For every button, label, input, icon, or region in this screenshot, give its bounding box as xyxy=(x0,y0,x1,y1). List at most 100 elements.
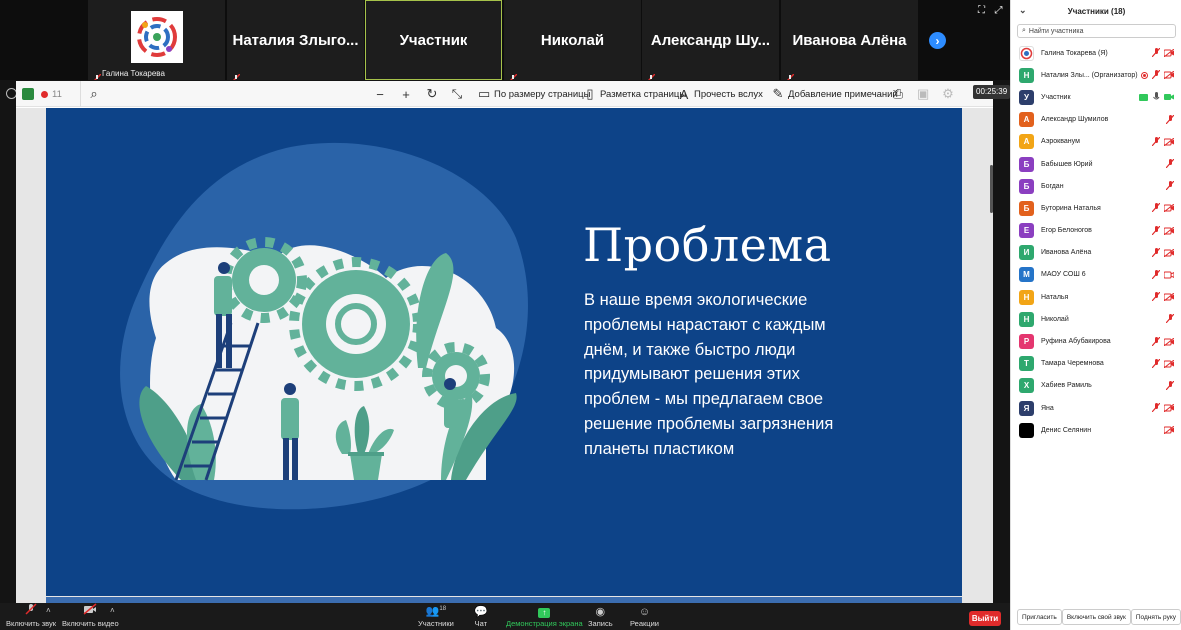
read-aloud-icon: A xyxy=(679,86,689,102)
search-icon[interactable]: ⌕ xyxy=(88,81,100,107)
participant-row[interactable]: Е Егор Белоногов xyxy=(1011,220,1181,242)
participant-row[interactable]: М МАОУ СОШ 6 xyxy=(1011,264,1181,286)
zoom-out-icon[interactable]: − xyxy=(374,81,386,107)
leave-button[interactable]: Выйти xyxy=(969,611,1001,626)
mic-muted-icon xyxy=(1165,155,1175,173)
share-screen-button[interactable]: ↑ Демонстрация экрана xyxy=(506,603,583,630)
fullscreen-icon[interactable]: ⤢ xyxy=(993,5,1004,16)
participant-row[interactable]: Н Наталия Злы... (Организатор) xyxy=(1011,64,1181,86)
shared-screen-area: 11 ⌕ − + ↻ ⤡ ▭ По размеру страницы ▯ Раз… xyxy=(0,80,1011,603)
participant-name: Тамара Черемнова xyxy=(1041,360,1104,368)
chat-button[interactable]: 💬 Чат xyxy=(474,603,488,630)
participant-status xyxy=(1163,421,1175,439)
participant-row[interactable]: Р Руфина Абубакирова xyxy=(1011,330,1181,352)
avatar-initial: Я xyxy=(1023,403,1030,413)
settings-icon[interactable]: ⚙ xyxy=(942,81,954,107)
read-aloud-button[interactable]: A Прочесть вслух xyxy=(678,81,763,107)
participant-row[interactable]: А Александр Шумилов xyxy=(1011,109,1181,131)
save-icon[interactable]: ▣ xyxy=(917,81,929,107)
camera-off-icon xyxy=(1163,199,1175,217)
participant-row[interactable]: Н Николай xyxy=(1011,308,1181,330)
pdf-page-area: Проблема В наше время экологические проб… xyxy=(16,108,993,603)
page-layout-button[interactable]: ▯ Разметка страницы xyxy=(584,81,686,107)
fit-width-icon[interactable]: ⤡ xyxy=(451,81,463,107)
invite-button[interactable]: Пригласить xyxy=(1017,609,1062,625)
video-tile-galina[interactable]: Галина Токарева xyxy=(88,0,225,83)
avatar: Б xyxy=(1019,156,1034,172)
rotate-icon[interactable]: ↻ xyxy=(426,81,438,107)
video-tile-nikolai[interactable]: Николай xyxy=(504,0,641,83)
print-icon[interactable]: ⎙ xyxy=(892,81,904,107)
collapse-chevron-icon[interactable]: ⌄ xyxy=(1019,5,1027,16)
participant-search-input[interactable]: ⌕ Найти участника xyxy=(1017,24,1176,38)
participant-row[interactable]: У Участник xyxy=(1011,86,1181,108)
participant-row[interactable]: Н Наталья xyxy=(1011,286,1181,308)
security-shield-icon[interactable] xyxy=(22,81,34,107)
avatar: Б xyxy=(1019,178,1034,194)
participant-row[interactable]: Б Буторина Наталья xyxy=(1011,197,1181,219)
participant-status xyxy=(1139,88,1174,106)
video-tile-aleksandr[interactable]: Александр Шу... xyxy=(642,0,779,83)
audio-options-chevron-icon[interactable]: ˄ xyxy=(46,606,51,615)
avatar-initial: А xyxy=(1023,115,1030,125)
participant-row[interactable]: Галина Токарева (Я) xyxy=(1011,42,1181,64)
share-screen-label: Демонстрация экрана xyxy=(506,619,583,628)
mic-muted-icon xyxy=(25,603,37,618)
mic-muted-icon xyxy=(1151,199,1161,217)
participant-row[interactable]: Х Хабиев Рамиль xyxy=(1011,375,1181,397)
zoom-meeting-window: Галина Токарева Наталия Злыго... Участни… xyxy=(0,0,1181,630)
participant-row[interactable]: Б Бабышев Юрий xyxy=(1011,153,1181,175)
camera-off-icon xyxy=(1163,333,1175,351)
screen-share-icon xyxy=(1139,88,1148,106)
participant-row[interactable]: Я Яна xyxy=(1011,397,1181,419)
participant-row[interactable]: Денис Селянин xyxy=(1011,419,1181,441)
panel-footer: Пригласить Включить свой звук Поднять ру… xyxy=(1011,609,1181,627)
raise-hand-button[interactable]: Поднять руку xyxy=(1130,609,1181,625)
exit-fullscreen-icon[interactable]: ⛶ xyxy=(976,5,987,16)
participant-status xyxy=(1151,333,1175,351)
video-tile-natalia[interactable]: Наталия Злыго... xyxy=(227,0,364,83)
tile-name: Николай xyxy=(540,31,605,49)
camera-off-icon xyxy=(1163,355,1175,373)
video-tile-uchastnik[interactable]: Участник xyxy=(365,0,502,80)
reactions-button[interactable]: ☺ Реакции xyxy=(630,603,659,630)
avatar: Н xyxy=(1019,67,1034,83)
mic-muted-icon xyxy=(1151,222,1161,240)
participant-row[interactable]: Т Тамара Черемнова xyxy=(1011,353,1181,375)
gallery-next-icon[interactable]: › xyxy=(929,32,946,49)
video-options-chevron-icon[interactable]: ˄ xyxy=(110,606,115,615)
participant-name: Иванова Алёна xyxy=(1041,249,1092,257)
participant-status xyxy=(1165,155,1175,173)
viewer-scrollbar[interactable] xyxy=(990,165,993,213)
mic-muted-icon xyxy=(231,69,241,83)
participant-name: Наталья xyxy=(1041,293,1069,301)
video-tile-ivanova[interactable]: Иванова Алёна xyxy=(781,0,918,83)
avatar: И xyxy=(1019,245,1034,261)
record-button[interactable]: ◉ Запись xyxy=(588,603,613,630)
tile-name: Иванова Алёна xyxy=(792,31,907,49)
search-placeholder: Найти участника xyxy=(1028,27,1084,35)
start-video-label: Включить видео xyxy=(62,619,119,628)
unmute-me-button[interactable]: Включить свой звук xyxy=(1061,609,1131,625)
slide-body-text: В наше время экологические проблемы нара… xyxy=(584,291,834,458)
participant-row[interactable]: И Иванова Алёна xyxy=(1011,242,1181,264)
camera-off-icon xyxy=(1163,222,1175,240)
participants-button[interactable]: 👥18 Участники xyxy=(418,603,454,630)
participant-row[interactable]: А Аэрокванум xyxy=(1011,131,1181,153)
record-icon: ◉ xyxy=(595,606,606,618)
mic-muted-icon xyxy=(508,69,518,83)
avatar-initial: Н xyxy=(1023,70,1030,80)
add-notes-button[interactable]: ✎ Добавление примечаний xyxy=(772,81,898,107)
participant-row[interactable]: Б Богдан xyxy=(1011,175,1181,197)
fit-page-button[interactable]: ▭ По размеру страницы xyxy=(478,81,590,107)
avatar-initial: Б xyxy=(1023,203,1030,213)
camera-off-icon xyxy=(1163,44,1175,62)
avatar-initial: Н xyxy=(1023,314,1030,324)
mic-muted-icon xyxy=(1165,177,1175,195)
avatar-initial: М xyxy=(1023,270,1030,280)
mic-muted-icon xyxy=(1151,44,1161,62)
mic-muted-icon xyxy=(1151,244,1161,262)
mic-muted-icon xyxy=(785,69,795,83)
zoom-in-icon[interactable]: + xyxy=(400,81,412,107)
read-aloud-label: Прочесть вслух xyxy=(694,88,763,100)
